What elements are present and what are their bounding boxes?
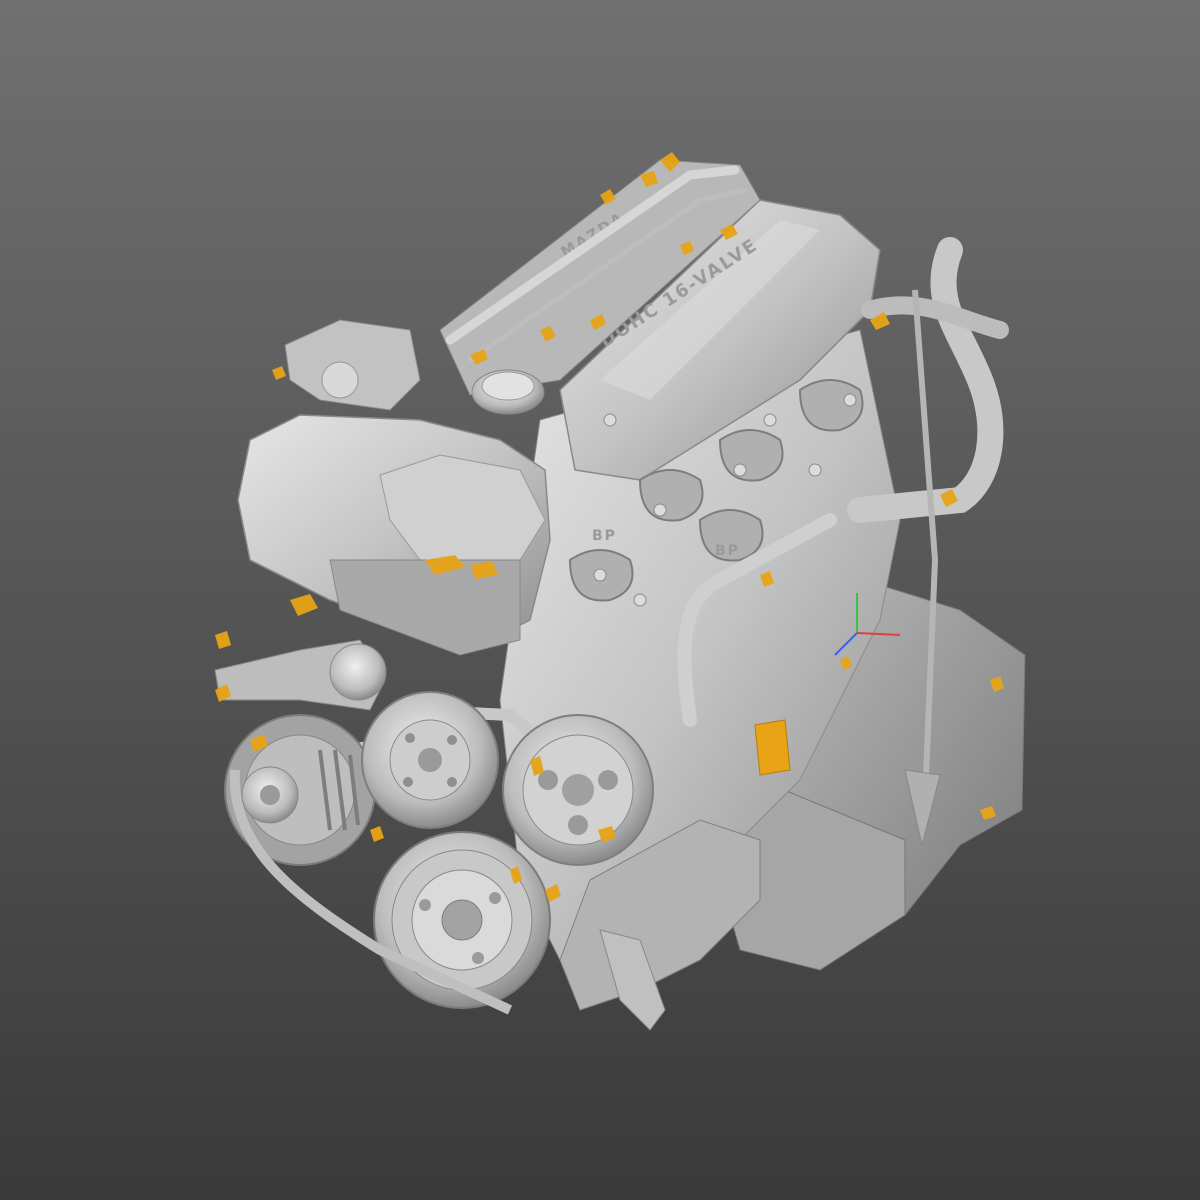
thermostat-housing bbox=[284, 319, 421, 411]
coolant-hose-upper bbox=[861, 296, 1009, 339]
axis-gizmo bbox=[834, 593, 901, 656]
water-pump-pulley bbox=[361, 691, 499, 829]
alternator bbox=[224, 714, 376, 866]
3d-viewport[interactable]: DOHC 16-VALVE MAZDA BP BP bbox=[0, 0, 1200, 1200]
axis-z-line bbox=[834, 632, 858, 656]
sensor-knob bbox=[321, 361, 359, 399]
power-steering-pulley bbox=[502, 714, 654, 866]
axis-x-line bbox=[856, 632, 901, 636]
manifold-text-1: BP bbox=[592, 528, 617, 544]
oil-filter bbox=[754, 719, 791, 776]
manifold-text-2: BP bbox=[715, 543, 740, 559]
oil-cap-top bbox=[481, 371, 535, 401]
water-inlet-flange bbox=[329, 643, 387, 701]
crankshaft-pulley bbox=[373, 831, 551, 1009]
engine-model[interactable]: DOHC 16-VALVE MAZDA BP BP bbox=[0, 0, 1200, 1200]
